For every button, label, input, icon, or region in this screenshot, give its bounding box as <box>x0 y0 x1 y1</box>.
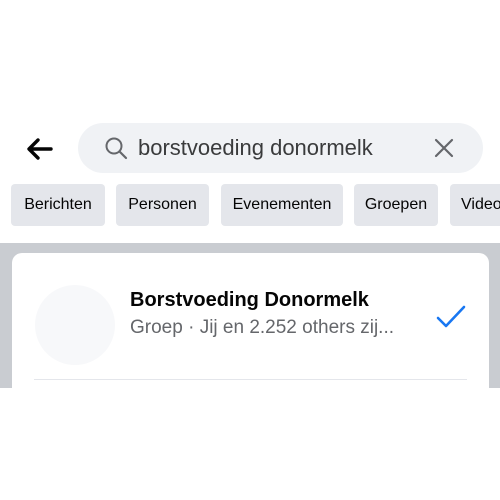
arrow-left-icon <box>27 138 53 160</box>
filter-chip-evenementen[interactable]: Evenementen <box>221 184 343 226</box>
divider <box>34 379 467 380</box>
search-bar[interactable] <box>78 123 483 173</box>
search-header: Berichten Personen Evenementen Groepen V… <box>0 0 500 243</box>
checkmark-icon <box>436 305 466 328</box>
filter-chips: Berichten Personen Evenementen Groepen V… <box>0 184 500 226</box>
search-input[interactable] <box>138 131 418 165</box>
result-card[interactable]: Borstvoeding Donormelk Groep · Jij en 2.… <box>12 253 489 393</box>
filter-chip-videos[interactable]: Video's <box>450 184 500 226</box>
group-avatar <box>35 285 115 365</box>
result-subtitle: Groep · Jij en 2.252 others zij... <box>130 317 395 338</box>
filter-chip-personen[interactable]: Personen <box>116 184 209 226</box>
back-button[interactable] <box>22 134 56 164</box>
filter-chip-groepen[interactable]: Groepen <box>354 184 438 226</box>
filter-chip-berichten[interactable]: Berichten <box>11 184 105 226</box>
results-area: Borstvoeding Donormelk Groep · Jij en 2.… <box>0 243 500 393</box>
search-icon <box>105 137 128 160</box>
close-icon[interactable] <box>432 136 456 160</box>
result-title: Borstvoeding Donormelk <box>130 289 369 311</box>
